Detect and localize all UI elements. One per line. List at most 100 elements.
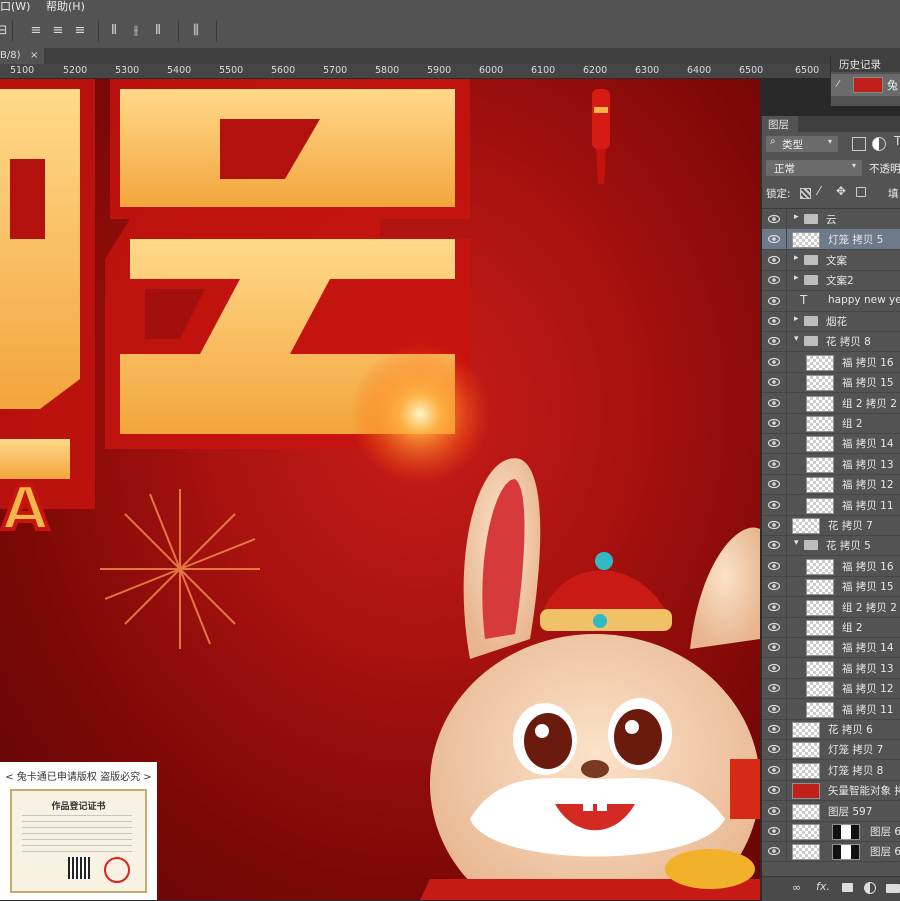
align-icon[interactable]: ⊟ [0, 24, 10, 38]
visibility-eye-icon[interactable] [768, 255, 780, 265]
visibility-eye-icon[interactable] [768, 459, 780, 469]
folder-icon[interactable] [886, 884, 900, 893]
visibility-eye-icon[interactable] [768, 316, 780, 326]
layer-row[interactable]: ▸ 文案2 [762, 270, 900, 292]
layer-row[interactable]: 福 拷贝 13 [762, 453, 900, 475]
layer-row[interactable]: 福 拷贝 15 [762, 576, 900, 598]
visibility-eye-icon[interactable] [768, 622, 780, 632]
visibility-eye-icon[interactable] [768, 724, 780, 734]
layer-row[interactable]: ▾ 花 拷贝 5 [762, 535, 900, 557]
layer-row[interactable]: Thappy new year [762, 290, 900, 312]
layer-row[interactable]: ▸ 云 [762, 209, 900, 230]
layer-row[interactable]: 组 2 [762, 617, 900, 638]
visibility-eye-icon[interactable] [768, 561, 780, 571]
visibility-eye-icon[interactable] [768, 357, 780, 367]
adjustment-filter-icon[interactable] [872, 137, 886, 151]
layers-tab[interactable]: 图层 [762, 116, 798, 132]
visibility-eye-icon[interactable] [768, 479, 780, 489]
layer-row[interactable]: 福 拷贝 16 [762, 555, 900, 577]
chevron-right-icon[interactable]: ▸ [794, 253, 799, 263]
lock-transparent-icon[interactable] [800, 188, 811, 199]
lock-paint-icon[interactable]: ⁄ [818, 184, 820, 198]
chevron-right-icon[interactable]: ▸ [794, 273, 799, 283]
visibility-eye-icon[interactable] [768, 398, 780, 408]
document-tab[interactable]: B/8) × [0, 48, 44, 64]
blend-mode-select[interactable]: 正常 ▾ [766, 160, 862, 176]
visibility-eye-icon[interactable] [768, 540, 780, 550]
align-right-icon[interactable]: ⫴ [150, 24, 166, 38]
adjustment-icon[interactable] [864, 882, 876, 894]
chevron-down-icon[interactable]: ▾ [794, 334, 799, 344]
type-filter-icon[interactable]: T [894, 134, 900, 148]
layer-row[interactable]: 灯笼 拷贝 7 [762, 739, 900, 761]
layer-row[interactable]: 福 拷贝 16 [762, 351, 900, 373]
visibility-eye-icon[interactable] [768, 418, 780, 428]
visibility-eye-icon[interactable] [768, 642, 780, 652]
align-left-icon[interactable]: ⫴ [106, 24, 122, 38]
layer-row[interactable]: 花 拷贝 6 [762, 719, 900, 740]
menu-window[interactable]: 口(W) [0, 0, 30, 14]
align-bottom-icon[interactable]: ≡ [72, 24, 88, 38]
visibility-eye-icon[interactable] [768, 336, 780, 346]
layer-row[interactable]: 图层 6 [762, 841, 900, 863]
layer-row[interactable]: 图层 597 [762, 800, 900, 822]
align-vcenter-icon[interactable]: ≡ [50, 24, 66, 38]
lock-all-icon[interactable] [856, 187, 866, 197]
chevron-right-icon[interactable]: ▸ [794, 212, 799, 222]
layer-row[interactable]: 福 拷贝 12 [762, 474, 900, 496]
image-filter-icon[interactable] [852, 137, 866, 151]
visibility-eye-icon[interactable] [768, 765, 780, 775]
visibility-eye-icon[interactable] [768, 744, 780, 754]
distribute-icon[interactable]: ⫼ [188, 24, 204, 38]
visibility-eye-icon[interactable] [768, 663, 780, 673]
visibility-eye-icon[interactable] [768, 234, 780, 244]
link-icon[interactable]: ∞ [792, 881, 801, 894]
layer-row[interactable]: 组 2 [762, 413, 900, 434]
align-hcenter-icon[interactable]: ⫲ [128, 24, 144, 38]
visibility-eye-icon[interactable] [768, 214, 780, 224]
visibility-eye-icon[interactable] [768, 296, 780, 306]
layer-row[interactable]: 组 2 拷贝 2 [762, 392, 900, 414]
visibility-eye-icon[interactable] [768, 704, 780, 714]
visibility-eye-icon[interactable] [768, 602, 780, 612]
filter-kind-select[interactable]: ⌕ 类型 ▾ [766, 136, 838, 152]
visibility-eye-icon[interactable] [768, 275, 780, 285]
chevron-right-icon[interactable]: ▸ [794, 314, 799, 324]
visibility-eye-icon[interactable] [768, 826, 780, 836]
layer-row[interactable]: 灯笼 拷贝 5 [762, 229, 900, 251]
layer-row[interactable]: 灯笼 拷贝 8 [762, 759, 900, 781]
layer-mask-thumbnail[interactable] [832, 824, 860, 840]
layer-row[interactable]: ▸ 烟花 [762, 311, 900, 332]
layer-row[interactable]: ▾ 花 拷贝 8 [762, 331, 900, 353]
layer-mask-thumbnail[interactable] [832, 844, 860, 861]
visibility-eye-icon[interactable] [768, 500, 780, 510]
mask-icon[interactable] [842, 883, 853, 892]
visibility-eye-icon[interactable] [768, 377, 780, 387]
history-tab[interactable]: 历史记录 [831, 56, 900, 72]
close-icon[interactable]: × [30, 48, 38, 64]
layer-row[interactable]: ▸ 文案 [762, 249, 900, 271]
visibility-eye-icon[interactable] [768, 520, 780, 530]
layer-row[interactable]: 福 拷贝 14 [762, 433, 900, 455]
layer-row[interactable]: 花 拷贝 7 [762, 515, 900, 536]
visibility-eye-icon[interactable] [768, 785, 780, 795]
layer-row[interactable]: 福 拷贝 12 [762, 678, 900, 700]
align-top-icon[interactable]: ≡ [28, 24, 44, 38]
layer-row[interactable]: 组 2 拷贝 2 [762, 596, 900, 618]
layer-row[interactable]: 福 拷贝 11 [762, 698, 900, 720]
layer-row[interactable]: 福 拷贝 13 [762, 657, 900, 679]
chevron-down-icon[interactable]: ▾ [794, 538, 799, 548]
layer-row[interactable]: 福 拷贝 11 [762, 494, 900, 516]
layer-row[interactable]: 福 拷贝 15 [762, 372, 900, 394]
fx-icon[interactable]: fx. [816, 880, 830, 893]
lock-move-icon[interactable]: ✥ [836, 184, 846, 198]
visibility-eye-icon[interactable] [768, 806, 780, 816]
layer-row[interactable]: 图层 6 [762, 821, 900, 842]
visibility-eye-icon[interactable] [768, 581, 780, 591]
visibility-eye-icon[interactable] [768, 438, 780, 448]
layer-row[interactable]: 矢量智能对象 拷 [762, 780, 900, 802]
visibility-eye-icon[interactable] [768, 683, 780, 693]
visibility-eye-icon[interactable] [768, 846, 780, 856]
menu-help[interactable]: 帮助(H) [46, 0, 85, 14]
layer-row[interactable]: 福 拷贝 14 [762, 637, 900, 659]
